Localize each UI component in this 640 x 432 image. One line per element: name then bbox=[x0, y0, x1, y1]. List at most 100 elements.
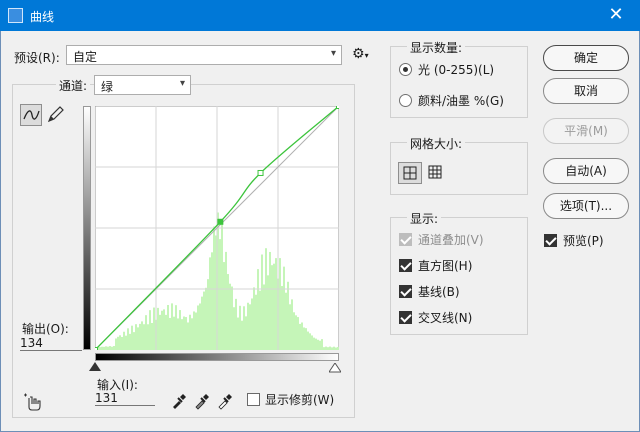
histogram-checkbox[interactable] bbox=[399, 259, 412, 272]
histogram-bar bbox=[129, 333, 131, 350]
white-eyedropper[interactable] bbox=[216, 392, 234, 410]
histogram-bar bbox=[199, 303, 201, 350]
curve-point[interactable] bbox=[336, 106, 340, 109]
ok-button[interactable]: 确定 bbox=[543, 45, 629, 71]
histogram-bar bbox=[105, 346, 107, 350]
histogram-bar bbox=[299, 323, 301, 350]
histogram-bar bbox=[327, 347, 329, 350]
on-image-adjust-tool[interactable] bbox=[22, 392, 44, 412]
preview-checkbox[interactable] bbox=[544, 234, 557, 247]
histogram-bar bbox=[261, 254, 263, 350]
histogram-bar bbox=[233, 307, 235, 350]
histogram-bar bbox=[209, 257, 211, 350]
gray-eyedropper[interactable] bbox=[193, 392, 211, 410]
histogram-bar bbox=[321, 339, 323, 350]
histogram-bar bbox=[131, 325, 133, 350]
curve-point-tool[interactable] bbox=[20, 104, 42, 126]
black-point-slider[interactable] bbox=[89, 362, 101, 371]
histogram-bar bbox=[197, 305, 199, 350]
histogram-bar bbox=[219, 239, 221, 350]
histogram-bar bbox=[203, 291, 205, 350]
smooth-button[interactable]: 平滑(M) bbox=[543, 118, 629, 144]
close-button[interactable]: ✕ bbox=[592, 0, 640, 31]
histogram-bar bbox=[133, 332, 135, 350]
histogram-bar bbox=[191, 318, 193, 350]
histogram-bar bbox=[255, 294, 257, 350]
histogram-bar bbox=[251, 298, 253, 350]
histogram-bar bbox=[285, 292, 287, 350]
options-button[interactable]: 选项(T)... bbox=[543, 193, 629, 219]
simple-grid-button[interactable] bbox=[398, 162, 422, 184]
channel-overlay-checkbox[interactable] bbox=[399, 233, 412, 246]
histogram-bar bbox=[229, 283, 231, 350]
histogram-bar bbox=[225, 251, 227, 350]
histogram-bar bbox=[273, 263, 275, 350]
preset-select[interactable]: 自定 ▾ bbox=[66, 45, 342, 65]
app-icon bbox=[8, 8, 23, 23]
white-point-slider[interactable] bbox=[328, 362, 342, 373]
histogram-bar bbox=[241, 320, 243, 350]
detailed-grid-button[interactable] bbox=[424, 162, 448, 184]
output-value[interactable]: 134 bbox=[20, 336, 82, 351]
histogram-bar bbox=[333, 346, 335, 350]
output-gradient bbox=[83, 106, 91, 350]
histogram-bar bbox=[139, 323, 141, 350]
show-clipping-checkbox[interactable] bbox=[247, 393, 260, 406]
histogram-bar bbox=[243, 306, 245, 350]
baseline-checkbox[interactable] bbox=[399, 285, 412, 298]
channel-select[interactable]: 绿 ▾ bbox=[94, 75, 191, 95]
histogram-bar bbox=[315, 338, 317, 350]
histogram-bar bbox=[317, 339, 319, 350]
histogram-bar bbox=[325, 346, 327, 350]
histogram-bar bbox=[171, 303, 173, 350]
histogram-bar bbox=[289, 304, 291, 350]
histogram-bar bbox=[281, 286, 283, 350]
histogram-bar bbox=[257, 269, 259, 350]
pigment-radio[interactable] bbox=[399, 94, 412, 107]
auto-button[interactable]: 自动(A) bbox=[543, 158, 629, 184]
histogram-bar bbox=[263, 284, 265, 350]
preview-label: 预览(P) bbox=[563, 234, 604, 248]
histogram-bar bbox=[137, 327, 139, 350]
channel-label: 通道: bbox=[56, 77, 91, 94]
histogram-bar bbox=[109, 346, 111, 350]
grid-4x4-icon bbox=[403, 166, 417, 180]
baseline-label: 基线(B) bbox=[418, 285, 460, 299]
histogram-bar bbox=[275, 258, 277, 350]
histogram-bar bbox=[267, 275, 269, 350]
curve-point[interactable] bbox=[217, 218, 224, 225]
light-radio[interactable] bbox=[399, 63, 412, 76]
histogram-bar bbox=[207, 279, 209, 350]
histogram-bar bbox=[253, 287, 255, 350]
black-eyedropper[interactable] bbox=[170, 392, 188, 410]
histogram-bar bbox=[213, 226, 215, 350]
histogram-bar bbox=[223, 262, 225, 350]
histogram-bar bbox=[135, 324, 137, 350]
output-label: 输出(O): bbox=[22, 322, 69, 336]
curve-point[interactable] bbox=[257, 169, 264, 176]
pencil-tool[interactable] bbox=[45, 104, 67, 126]
pigment-radio-label: 颜料/油墨 %(G) bbox=[418, 94, 504, 108]
histogram-bar bbox=[221, 223, 223, 350]
histogram-bar bbox=[115, 338, 117, 350]
histogram-bar bbox=[319, 340, 321, 350]
gear-icon[interactable]: ⚙▾ bbox=[352, 46, 372, 64]
histogram-bar bbox=[195, 312, 197, 350]
cancel-button[interactable]: 取消 bbox=[543, 78, 629, 104]
grid-10x10-icon bbox=[428, 165, 442, 179]
histogram-bar bbox=[181, 319, 183, 350]
light-radio-label: 光 (0-255)(L) bbox=[418, 63, 495, 77]
histogram-bar bbox=[157, 307, 159, 350]
show-clipping-label: 显示修剪(W) bbox=[265, 393, 335, 407]
histogram-bar bbox=[235, 298, 237, 350]
histogram-bar bbox=[323, 347, 325, 350]
eyedropper-gray-icon bbox=[195, 394, 209, 410]
histogram-bar bbox=[309, 333, 311, 350]
input-value[interactable]: 131 bbox=[95, 391, 155, 406]
curve-point[interactable] bbox=[95, 347, 98, 351]
intersection-line-checkbox[interactable] bbox=[399, 311, 412, 324]
histogram-bar bbox=[283, 266, 285, 350]
histogram-bar bbox=[311, 335, 313, 350]
curve-graph[interactable] bbox=[95, 106, 339, 350]
grid-size-title: 网格大小: bbox=[407, 135, 466, 152]
